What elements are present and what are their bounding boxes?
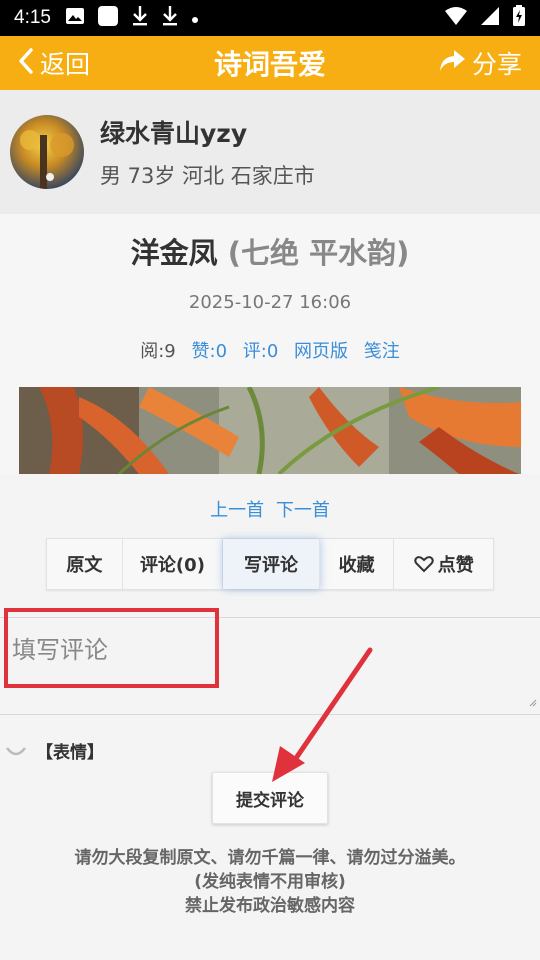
back-label: 返回 (40, 50, 91, 79)
author-name: 绿水青山yzy (100, 119, 248, 148)
highlight-box (4, 608, 219, 688)
tab-like[interactable]: 点赞 (394, 539, 493, 589)
poem-title: 洋金凤 (七绝 平水韵) (0, 230, 540, 272)
action-tabs: 原文 评论(0) 写评论 收藏 点赞 (46, 538, 494, 590)
like-count-link[interactable]: 赞:0 (192, 341, 228, 362)
poem-card: 洋金凤 (七绝 平水韵) 2025-10-27 16:06 阅:9 赞:0 评:… (0, 214, 540, 474)
comment-count-link[interactable]: 评:0 (243, 341, 279, 362)
poem-image (19, 387, 521, 474)
read-count: 阅:9 (140, 341, 176, 362)
tab-favorite[interactable]: 收藏 (320, 539, 395, 589)
download-icon (131, 5, 149, 31)
web-version-link[interactable]: 网页版 (294, 341, 348, 362)
rule-line-3: 禁止发布政治敏感内容 (185, 896, 355, 916)
status-bar: 4:15 (0, 0, 540, 36)
download-icon (161, 5, 179, 31)
share-label: 分享 (471, 50, 522, 79)
resize-grip-icon[interactable] (529, 692, 537, 711)
chevron-left-icon (18, 48, 34, 78)
poem-navigation: 上一首 下一首 (0, 496, 540, 522)
poem-stats: 阅:9 赞:0 评:0 网页版 笺注 (0, 337, 540, 363)
rule-line-1: 请勿大段复制原文、请勿千篇一律、请勿过分溢美。 (74, 848, 466, 868)
dot-icon (191, 9, 199, 28)
next-poem-link[interactable]: 下一首 (276, 500, 330, 521)
tab-comments[interactable]: 评论(0) (123, 539, 224, 589)
blank-app-icon (97, 5, 119, 31)
wifi-icon (444, 6, 468, 30)
app-bar: 返回 诗词吾爱 分享 (0, 36, 540, 90)
prev-poem-link[interactable]: 上一首 (210, 500, 264, 521)
battery-icon (512, 5, 526, 31)
signal-icon (480, 6, 500, 30)
back-button[interactable]: 返回 (0, 36, 90, 90)
rule-line-2: (发纯表情不用审核) (194, 872, 346, 892)
emoji-label: 【表情】 (36, 742, 104, 763)
author-profile[interactable]: 绿水青山yzy 男 73岁 河北 石家庄市 (0, 90, 540, 214)
comment-rules: 请勿大段复制原文、请勿千篇一律、请勿过分溢美。 (发纯表情不用审核) 禁止发布政… (0, 846, 540, 918)
emoji-toggle[interactable]: 【表情】 (4, 736, 104, 764)
poem-date: 2025-10-27 16:06 (188, 292, 352, 313)
smiley-icon (4, 736, 28, 764)
poem-title-text: 洋金凤 (130, 236, 218, 270)
annotation-link[interactable]: 笺注 (364, 341, 400, 362)
tab-write-comment[interactable]: 写评论 (223, 539, 320, 589)
like-label: 点赞 (437, 555, 474, 576)
share-arrow-icon (438, 49, 466, 77)
share-button[interactable]: 分享 (438, 36, 540, 90)
status-time: 4:15 (14, 7, 51, 28)
author-meta: 男 73岁 河北 石家庄市 (100, 164, 315, 188)
submit-comment-button[interactable]: 提交评论 (212, 772, 328, 824)
image-icon (65, 6, 85, 30)
heart-icon (413, 555, 434, 573)
comment-panel: 上一首 下一首 原文 评论(0) 写评论 收藏 点赞 【表情】 提交评论 请勿大… (0, 474, 540, 960)
poem-form: (七绝 平水韵) (227, 236, 410, 270)
tab-original[interactable]: 原文 (47, 539, 123, 589)
avatar[interactable] (10, 115, 84, 189)
